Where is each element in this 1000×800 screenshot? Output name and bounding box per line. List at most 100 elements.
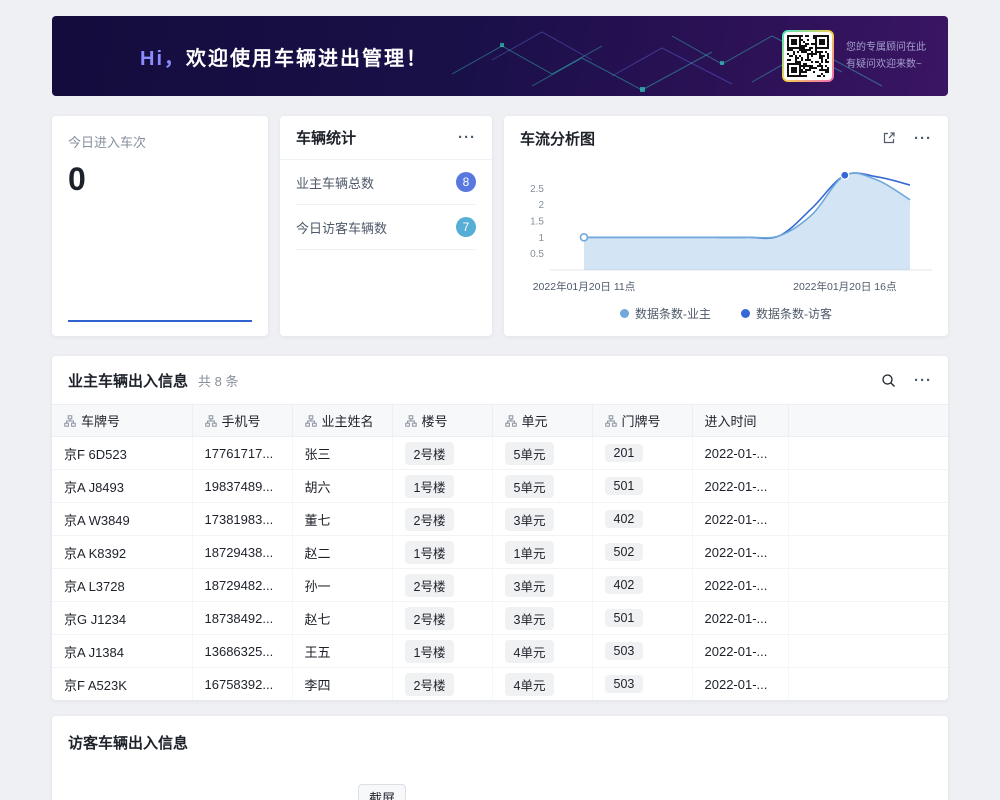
table-cell: 502 [592, 536, 692, 569]
tag-pill: 2号楼 [405, 574, 455, 597]
table-cell: 张三 [292, 437, 392, 470]
table-cell: 402 [592, 503, 692, 536]
table-cell: 2022-01-... [692, 602, 788, 635]
table-cell: 4单元 [492, 668, 592, 701]
table-cell: 3单元 [492, 602, 592, 635]
table-cell: 18729482... [192, 569, 292, 602]
qr-frame [782, 30, 834, 82]
tag-pill: 1号楼 [405, 640, 455, 663]
table-cell: 京A K8392 [52, 536, 192, 569]
table-row: 京G J123418738492...赵七2号楼3单元5012022-01-..… [52, 602, 948, 635]
export-icon[interactable] [882, 131, 896, 145]
tag-pill: 3单元 [505, 508, 555, 531]
table-cell: 京F 6D523 [52, 437, 192, 470]
tag-pill: 501 [605, 609, 644, 627]
tag-pill: 4单元 [505, 640, 555, 663]
qr-caption-line1: 您的专属顾问在此 [846, 39, 926, 56]
table-cell: 京A L3728 [52, 569, 192, 602]
filler-cell [788, 569, 948, 602]
table-cell: 2号楼 [392, 668, 492, 701]
table-cell: 2022-01-... [692, 437, 788, 470]
table-cell: 17381983... [192, 503, 292, 536]
col-header[interactable]: 业主姓名 [292, 405, 392, 437]
legend-dot-icon [620, 309, 629, 318]
svg-text:2.5: 2.5 [530, 184, 544, 195]
col-header[interactable]: 车牌号 [52, 405, 192, 437]
column-icon [605, 415, 617, 427]
tag-pill: 1单元 [505, 541, 555, 564]
table-cell: 5单元 [492, 470, 592, 503]
banner-greeting-hi: Hi， [140, 48, 186, 70]
table-cell: 503 [592, 635, 692, 668]
table-cell: 王五 [292, 635, 392, 668]
table-row: 京F A523K16758392...李四2号楼4单元5032022-01-..… [52, 668, 948, 701]
stat-row-visitor-today: 今日访客车辆数 7 [296, 205, 476, 250]
more-icon[interactable]: ··· [458, 130, 476, 145]
tag-pill: 402 [605, 510, 644, 528]
tag-pill: 402 [605, 576, 644, 594]
table-cell: 2022-01-... [692, 668, 788, 701]
more-icon[interactable]: ··· [914, 373, 932, 388]
column-icon [64, 415, 76, 427]
visitor-table-title: 访客车辆出入信息 [68, 735, 188, 752]
column-icon [205, 415, 217, 427]
entry-count-title: 今日进入车次 [68, 132, 252, 151]
banner-greeting: Hi，欢迎使用车辆进出管理！ [140, 42, 428, 71]
tag-pill: 2号楼 [405, 607, 455, 630]
table-cell: 京G J1234 [52, 602, 192, 635]
filler-cell [788, 470, 948, 503]
svg-text:1.5: 1.5 [530, 217, 544, 228]
tag-pill: 3单元 [505, 574, 555, 597]
tag-pill: 4单元 [505, 673, 555, 696]
table-cell: 501 [592, 602, 692, 635]
table-cell: 2号楼 [392, 602, 492, 635]
legend-item[interactable]: 数据条数-业主 [620, 305, 711, 322]
col-header[interactable]: 门牌号 [592, 405, 692, 437]
col-filler [788, 405, 948, 437]
col-header[interactable]: 进入时间 [692, 405, 788, 437]
table-cell: 2022-01-... [692, 569, 788, 602]
column-icon [405, 415, 417, 427]
search-icon[interactable] [881, 373, 896, 388]
column-icon [305, 415, 317, 427]
table-cell: 1单元 [492, 536, 592, 569]
table-cell: 18729438... [192, 536, 292, 569]
tag-pill: 2号楼 [405, 673, 455, 696]
visitor-table-card: 访客车辆出入信息 截屏 [52, 716, 948, 800]
table-cell: 赵七 [292, 602, 392, 635]
traffic-chart: 0.511.522.52022年01月20日 11点2022年01月20日 16… [520, 162, 932, 302]
tag-pill: 201 [605, 444, 644, 462]
table-cell: 李四 [292, 668, 392, 701]
table-cell: 胡六 [292, 470, 392, 503]
filler-cell [788, 668, 948, 701]
table-cell: 京A J1384 [52, 635, 192, 668]
qr-code [784, 32, 832, 80]
svg-text:1: 1 [538, 233, 544, 244]
table-row: 京A J849319837489...胡六1号楼5单元5012022-01-..… [52, 470, 948, 503]
col-header[interactable]: 手机号 [192, 405, 292, 437]
column-icon [505, 415, 517, 427]
table-cell: 19837489... [192, 470, 292, 503]
table-cell: 2022-01-... [692, 503, 788, 536]
filler-cell [788, 635, 948, 668]
table-cell: 京A W3849 [52, 503, 192, 536]
table-cell: 2号楼 [392, 569, 492, 602]
legend-item[interactable]: 数据条数-访客 [741, 305, 832, 322]
table-row: 京A K839218729438...赵二1号楼1单元5022022-01-..… [52, 536, 948, 569]
table-cell: 13686325... [192, 635, 292, 668]
table-cell: 2号楼 [392, 437, 492, 470]
welcome-banner: Hi，欢迎使用车辆进出管理！ 您的专属顾问在此 有疑问欢迎来数~ [52, 16, 948, 96]
qr-caption-line2: 有疑问欢迎来数~ [846, 56, 926, 73]
banner-greeting-text: 欢迎使用车辆进出管理！ [186, 48, 428, 70]
col-header[interactable]: 楼号 [392, 405, 492, 437]
owner-table-body: 京F 6D52317761717...张三2号楼5单元2012022-01-..… [52, 437, 948, 701]
col-header[interactable]: 单元 [492, 405, 592, 437]
table-cell: 1号楼 [392, 635, 492, 668]
more-icon[interactable]: ··· [914, 131, 932, 146]
stat-label: 业主车辆总数 [296, 173, 374, 192]
filler-cell [788, 602, 948, 635]
svg-text:2022年01月20日 11点: 2022年01月20日 11点 [533, 280, 636, 293]
table-cell: 5单元 [492, 437, 592, 470]
table-cell: 201 [592, 437, 692, 470]
partial-button[interactable]: 截屏 [358, 784, 406, 800]
